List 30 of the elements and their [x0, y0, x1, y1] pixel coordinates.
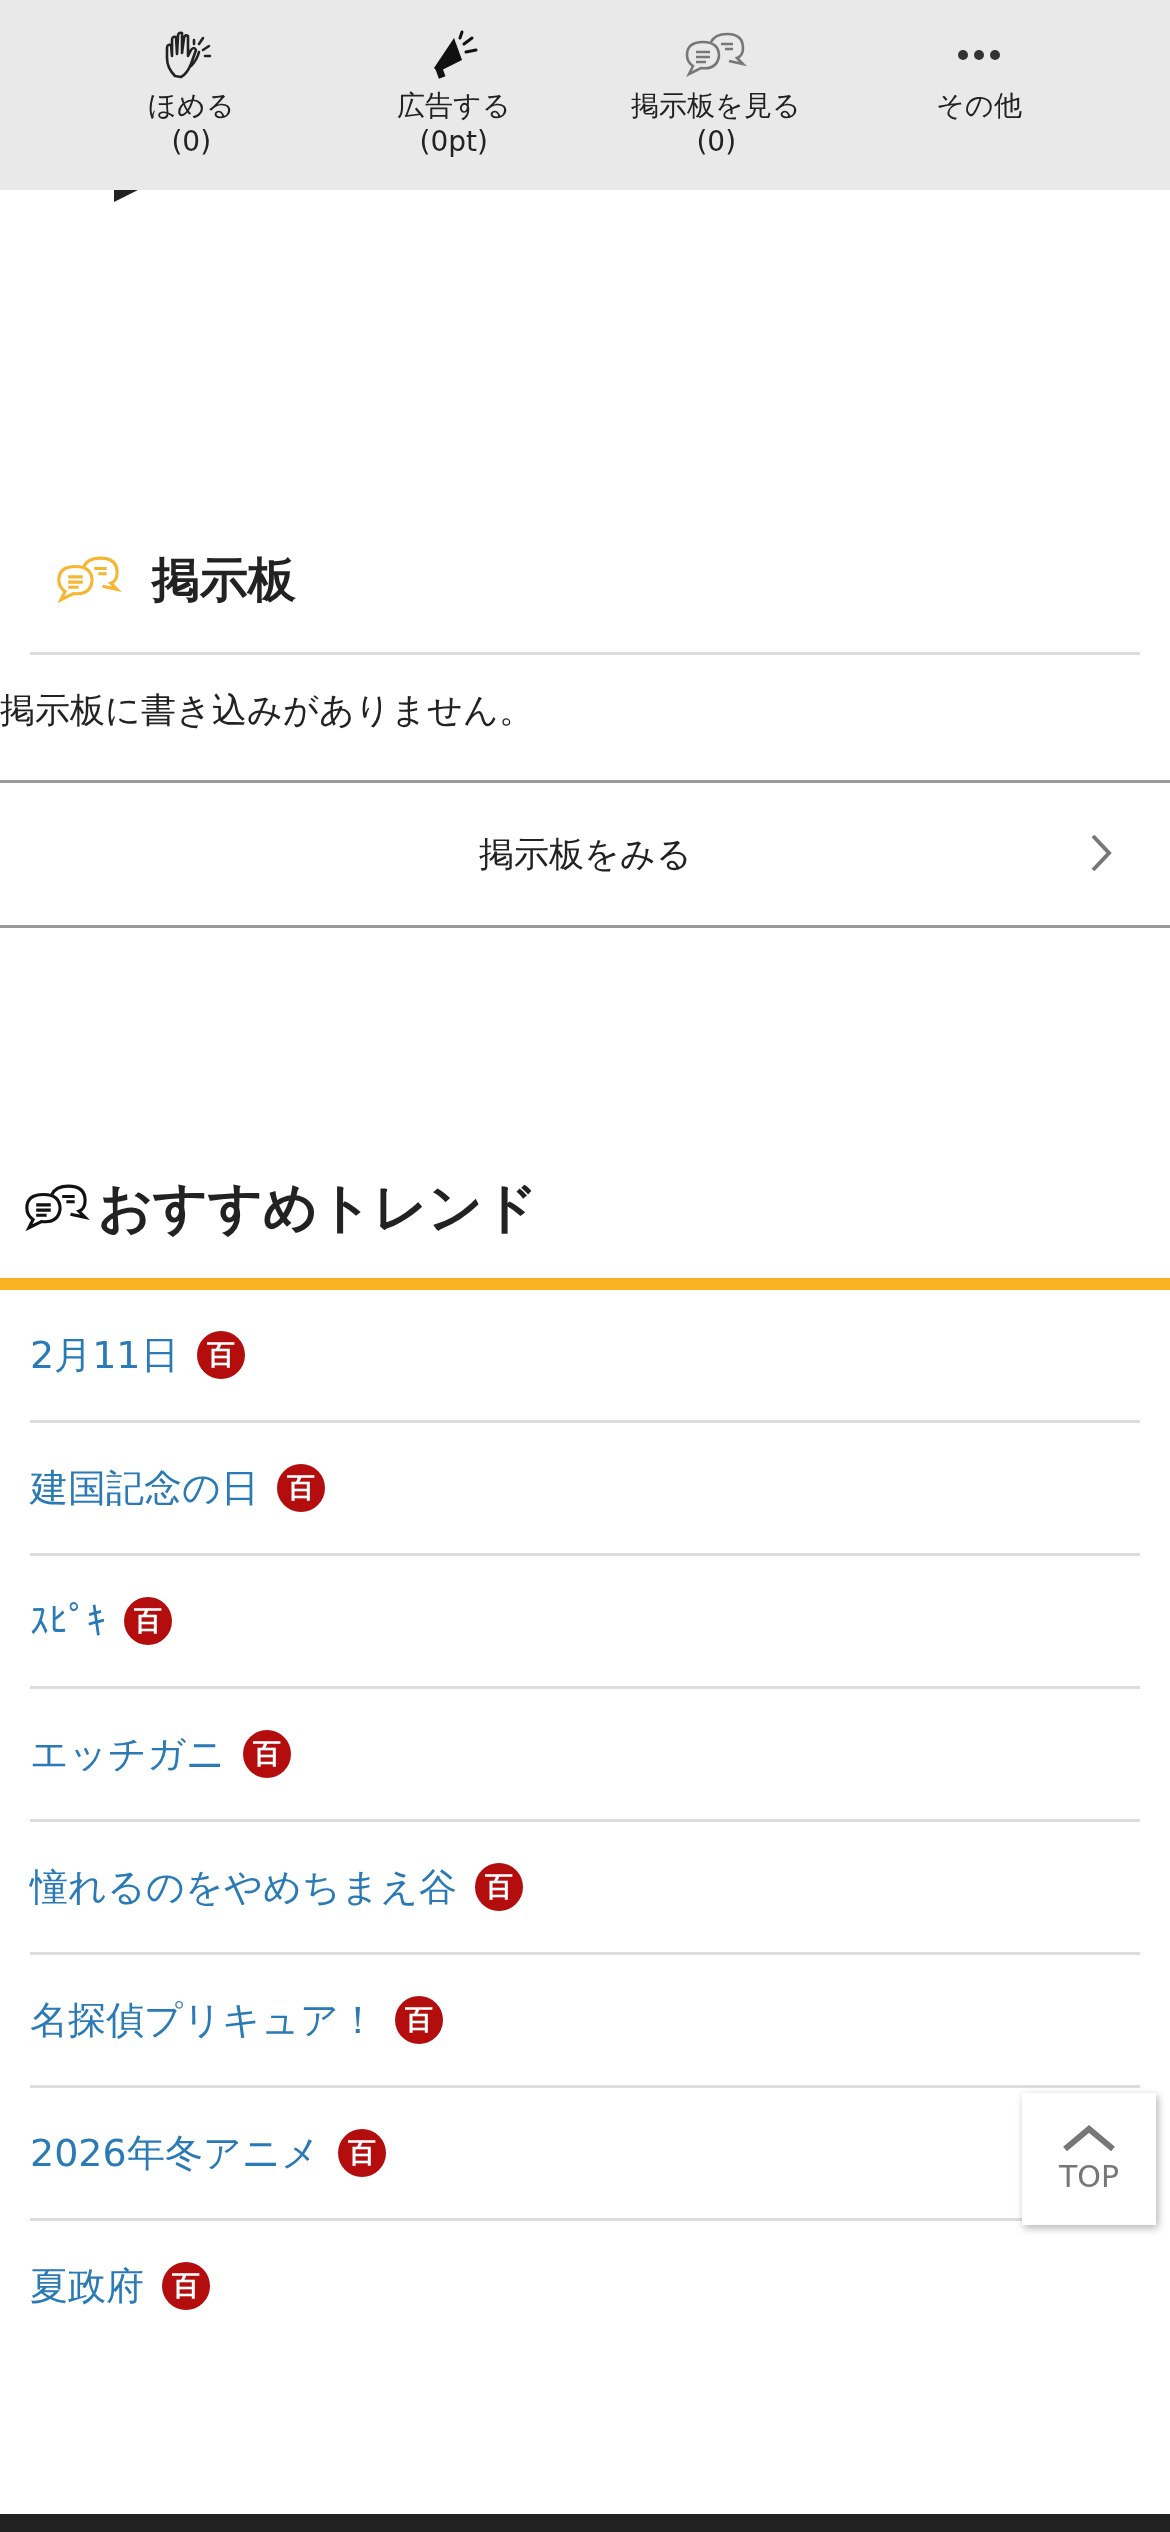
hundred-badge: 百	[196, 1331, 245, 1379]
hundred-badge: 百	[277, 1464, 325, 1512]
chevron-right-icon	[1090, 833, 1112, 873]
hundred-badge: 百	[475, 1863, 523, 1911]
action-count: (0)	[171, 124, 212, 160]
trend-link[interactable]: 2026年冬アニメ	[30, 2127, 320, 2179]
chevron-up-icon	[1061, 2124, 1117, 2153]
action-label[interactable]: 掲示板を見る	[631, 88, 802, 124]
section-title: 掲示板	[152, 550, 296, 609]
action-label[interactable]: ほめる	[147, 88, 235, 124]
trend-link[interactable]: 名探偵プリキュア！	[30, 1994, 377, 2046]
hundred-badge: 百	[162, 2262, 210, 2310]
hundred-badge: 百	[243, 1730, 291, 1778]
action-label[interactable]: その他	[935, 88, 1022, 124]
trend-link[interactable]: ｽﾋﾟｷ	[30, 1599, 106, 1643]
trend-link[interactable]: 建国記念の日	[30, 1462, 259, 1514]
board-link[interactable]: 掲示板をみる	[0, 780, 1170, 928]
empty-message: 掲示板に書き込みがありません。	[0, 689, 535, 732]
action-count: (0pt)	[419, 124, 488, 160]
trend-link[interactable]: エッチガニ	[30, 1728, 225, 1780]
back-to-top-button[interactable]: TOP	[1022, 2093, 1156, 2225]
trend-link[interactable]: 憧れるのをやめちまえ谷	[30, 1861, 457, 1913]
action-count: (0)	[696, 124, 737, 160]
trend-link[interactable]: 夏政府	[30, 2260, 144, 2312]
hundred-badge: 百	[395, 1996, 443, 2044]
trend-link[interactable]: 2月11日	[30, 1329, 179, 1381]
hundred-badge: 百	[124, 1597, 172, 1645]
section-title: おすすめトレンド	[98, 1174, 538, 1241]
action-label[interactable]: 広告する	[396, 88, 511, 124]
hundred-badge: 百	[337, 2129, 386, 2177]
